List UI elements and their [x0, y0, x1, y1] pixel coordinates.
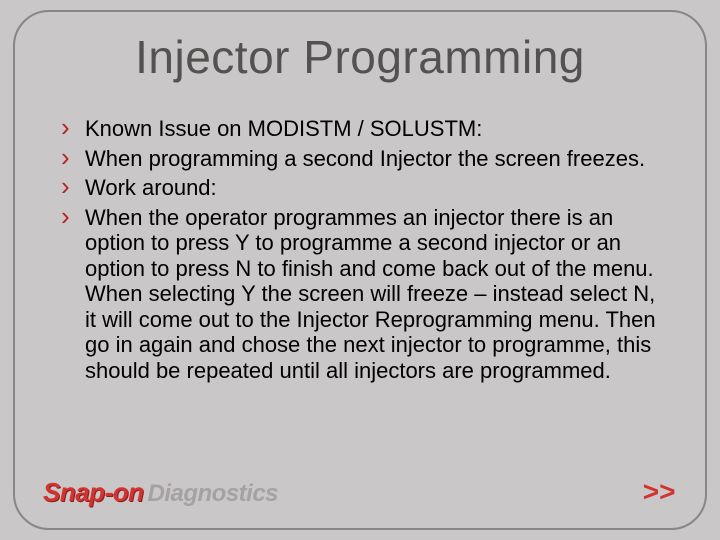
list-item: Work around: — [59, 175, 667, 201]
bullet-text: When programming a second Injector the s… — [85, 146, 645, 171]
list-item: Known Issue on MODISTM / SOLUSTM: — [59, 116, 667, 142]
bullet-text: When the operator programmes an injector… — [85, 205, 656, 383]
bullet-list: Known Issue on MODISTM / SOLUSTM: When p… — [59, 116, 667, 383]
bullet-text: Work around: — [85, 175, 217, 200]
brand-name: Snap-on — [43, 477, 144, 507]
next-arrow[interactable]: >> — [642, 476, 675, 508]
slide-body: Known Issue on MODISTM / SOLUSTM: When p… — [59, 116, 667, 387]
bullet-text: Known Issue on MODISTM / SOLUSTM: — [85, 116, 482, 141]
list-item: When the operator programmes an injector… — [59, 205, 667, 384]
list-item: When programming a second Injector the s… — [59, 146, 667, 172]
slide-title: Injector Programming — [15, 30, 705, 84]
brand-product: Diagnostics — [148, 480, 279, 507]
slide-panel: Injector Programming Known Issue on MODI… — [13, 10, 707, 530]
brand-logo: Snap-onDiagnostics — [43, 477, 278, 508]
slide: Injector Programming Known Issue on MODI… — [0, 0, 720, 540]
